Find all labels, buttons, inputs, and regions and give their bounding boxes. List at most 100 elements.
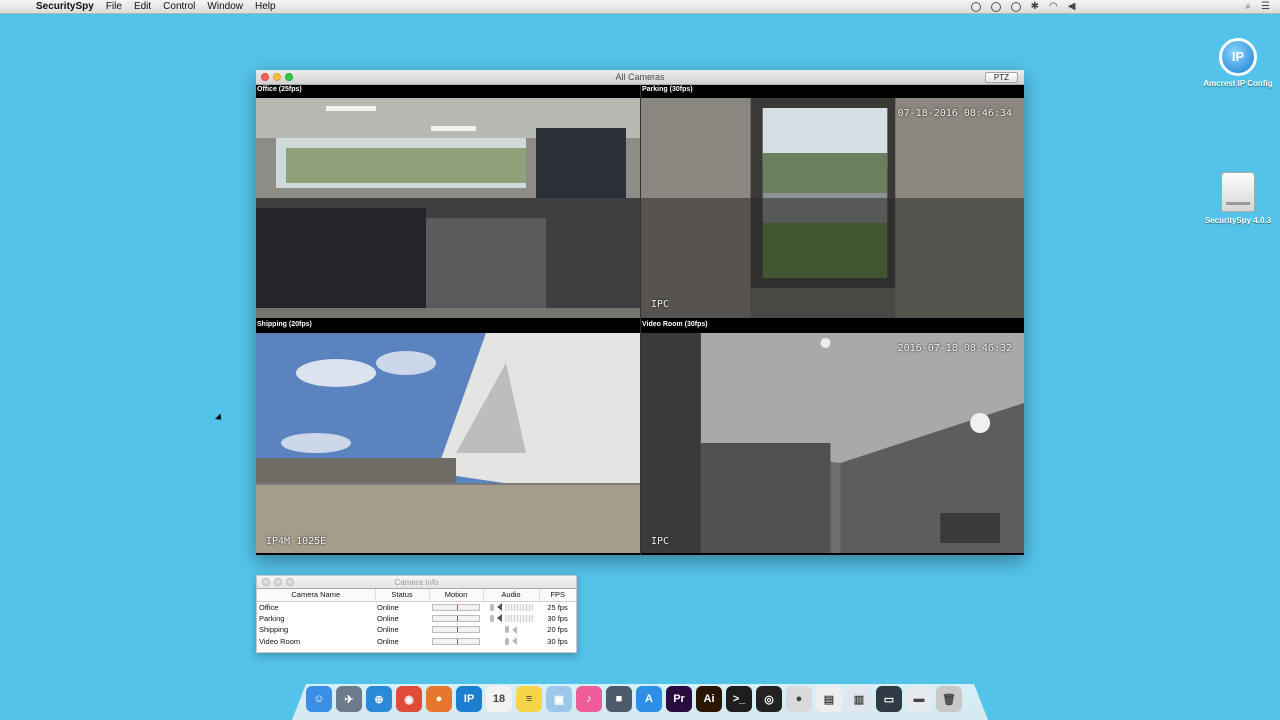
sync-status-icon[interactable] (990, 1, 1001, 12)
column-header-fps[interactable]: FPS (539, 589, 576, 602)
camera-feed (256, 333, 640, 553)
table-row[interactable]: Shipping Online 20 fps (257, 624, 576, 636)
menu-window[interactable]: Window (201, 0, 249, 14)
camera-label: Office (25fps) (257, 86, 302, 93)
microphone-icon (489, 614, 494, 622)
securityspy-icon[interactable]: ● (786, 686, 812, 712)
document-icon[interactable]: ▤ (816, 686, 842, 712)
desktop-icon-label: Amcrest IP Config (1203, 79, 1273, 88)
menu-edit[interactable]: Edit (128, 0, 157, 14)
table-row[interactable]: Parking Online 30 fps (257, 613, 576, 625)
time-machine-icon[interactable] (1010, 1, 1021, 12)
window-title: Camera Info (394, 578, 439, 587)
calendar-icon[interactable]: 18 (486, 686, 512, 712)
zoom-button[interactable] (285, 73, 293, 81)
launchpad-icon[interactable]: ✈ (336, 686, 362, 712)
camera-status: Online (377, 613, 399, 623)
zoom-button[interactable] (286, 578, 294, 586)
microphone-icon (505, 637, 509, 645)
window-titlebar[interactable]: All Cameras PTZ (256, 70, 1024, 85)
premiere-icon[interactable]: Pr (666, 686, 692, 712)
camera-fps: 30 fps (547, 636, 568, 646)
window-titlebar[interactable]: Camera Info (257, 576, 576, 589)
camera-status: Online (377, 636, 399, 646)
motion-meter (432, 614, 480, 622)
menu-bar: SecuritySpy File Edit Control Window Hel… (0, 0, 1280, 14)
bluetooth-icon[interactable]: ✱ (1031, 1, 1039, 12)
column-header-camera-name[interactable]: Camera Name (257, 589, 376, 602)
camera-label: Parking (30fps) (642, 86, 693, 93)
finder-icon[interactable]: ☺ (306, 686, 332, 712)
camera-label: Shipping (20fps) (257, 321, 312, 328)
ptz-button[interactable]: PTZ (984, 72, 1018, 83)
quicktime-icon[interactable]: ◎ (756, 686, 782, 712)
microphone-icon (489, 603, 494, 611)
wifi-icon[interactable]: ◠ (1049, 1, 1058, 12)
microphone-icon (505, 626, 509, 634)
preview-icon[interactable]: ▣ (546, 686, 572, 712)
folder-icon[interactable]: ▥ (846, 686, 872, 712)
minimize-button[interactable] (273, 73, 281, 81)
app-menu[interactable]: SecuritySpy (30, 0, 100, 14)
dock-icons: ☺ ✈ ⊕ ◉ ● IP 18 ≡ ▣ ♪ ■ A Pr Ai >_ ◎ ● ▤ ▥ ▭ ▬ 🗑 (306, 686, 962, 712)
camera-status: Online (377, 602, 399, 612)
spotlight-search-icon[interactable]: ⌕ (1245, 1, 1251, 12)
trash-icon[interactable]: 🗑 (936, 686, 962, 712)
volume-icon[interactable]: ◀ (1068, 1, 1076, 12)
speaker-icon[interactable] (512, 637, 517, 646)
creative-cloud-icon[interactable] (970, 1, 981, 12)
camera-name: Parking (259, 613, 285, 623)
table-row[interactable]: Office Online 25 fps (257, 601, 576, 613)
desktop-icon-securityspy[interactable]: SecuritySpy 4.0.3 (1203, 172, 1273, 225)
window-title: All Cameras (615, 72, 665, 82)
motion-meter (432, 637, 480, 645)
camera-view-video-room[interactable]: Video Room (30fps) 2016-07-18 08:46:32 I… (640, 320, 1024, 555)
audio-level-meter (504, 603, 533, 611)
facetime-icon[interactable]: ■ (606, 686, 632, 712)
camera-status: Online (377, 625, 399, 635)
camera-fps: 30 fps (547, 613, 568, 623)
camera-view-parking[interactable]: Parking (30fps) 07-18-2016 08:46:34 IPC (640, 85, 1024, 320)
camera-feed (641, 98, 1024, 318)
column-header-audio[interactable]: Audio (483, 589, 540, 602)
desktop-icon-amcrest[interactable]: IP Amcrest IP Config (1203, 38, 1273, 88)
camera-timestamp: 2016-07-18 08:46:32 (897, 343, 1012, 354)
mouse-cursor-icon (214, 413, 225, 423)
ip-config-icon[interactable]: IP (456, 686, 482, 712)
camera-watermark: IPC (651, 536, 670, 547)
firefox-icon[interactable]: ● (426, 686, 452, 712)
app-store-icon[interactable]: A (636, 686, 662, 712)
camera-view-shipping[interactable]: Shipping (20fps) IP4M-1025E (256, 320, 640, 555)
column-header-motion[interactable]: Motion (429, 589, 484, 602)
downloads-icon[interactable]: ▬ (906, 686, 932, 712)
terminal-icon[interactable]: >_ (726, 686, 752, 712)
speaker-icon[interactable] (496, 603, 502, 611)
camera-name: Office (259, 602, 279, 612)
speaker-icon[interactable] (496, 614, 502, 623)
camera-view-office[interactable]: Office (25fps) (256, 85, 640, 320)
notes-icon[interactable]: ≡ (516, 686, 542, 712)
all-cameras-window: All Cameras PTZ Office (25fps) Parking (… (256, 70, 1024, 555)
camera-timestamp: 07-18-2016 08:46:34 (897, 108, 1012, 119)
close-button[interactable] (262, 578, 270, 586)
close-button[interactable] (261, 73, 269, 81)
menu-control[interactable]: Control (157, 0, 201, 14)
column-header-status[interactable]: Status (375, 589, 430, 602)
motion-meter (432, 603, 480, 611)
ip-config-icon: IP (1219, 38, 1257, 76)
chrome-icon[interactable]: ◉ (396, 686, 422, 712)
menu-file[interactable]: File (100, 0, 128, 14)
itunes-icon[interactable]: ♪ (576, 686, 602, 712)
camera-fps: 20 fps (547, 625, 568, 635)
camera-info-window: Camera Info Camera Name Status Motion Au… (256, 575, 577, 653)
minimize-button[interactable] (274, 578, 282, 586)
table-row[interactable]: Video Room Online 30 fps (257, 636, 576, 648)
speaker-icon[interactable] (512, 625, 517, 634)
safari-icon[interactable]: ⊕ (366, 686, 392, 712)
menu-help[interactable]: Help (249, 0, 282, 14)
display-icon[interactable]: ▭ (876, 686, 902, 712)
camera-feed (641, 333, 1024, 553)
notification-center-icon[interactable]: ☰ (1261, 1, 1270, 12)
camera-info-table: Camera Name Status Motion Audio FPS Offi… (257, 589, 576, 647)
illustrator-icon[interactable]: Ai (696, 686, 722, 712)
